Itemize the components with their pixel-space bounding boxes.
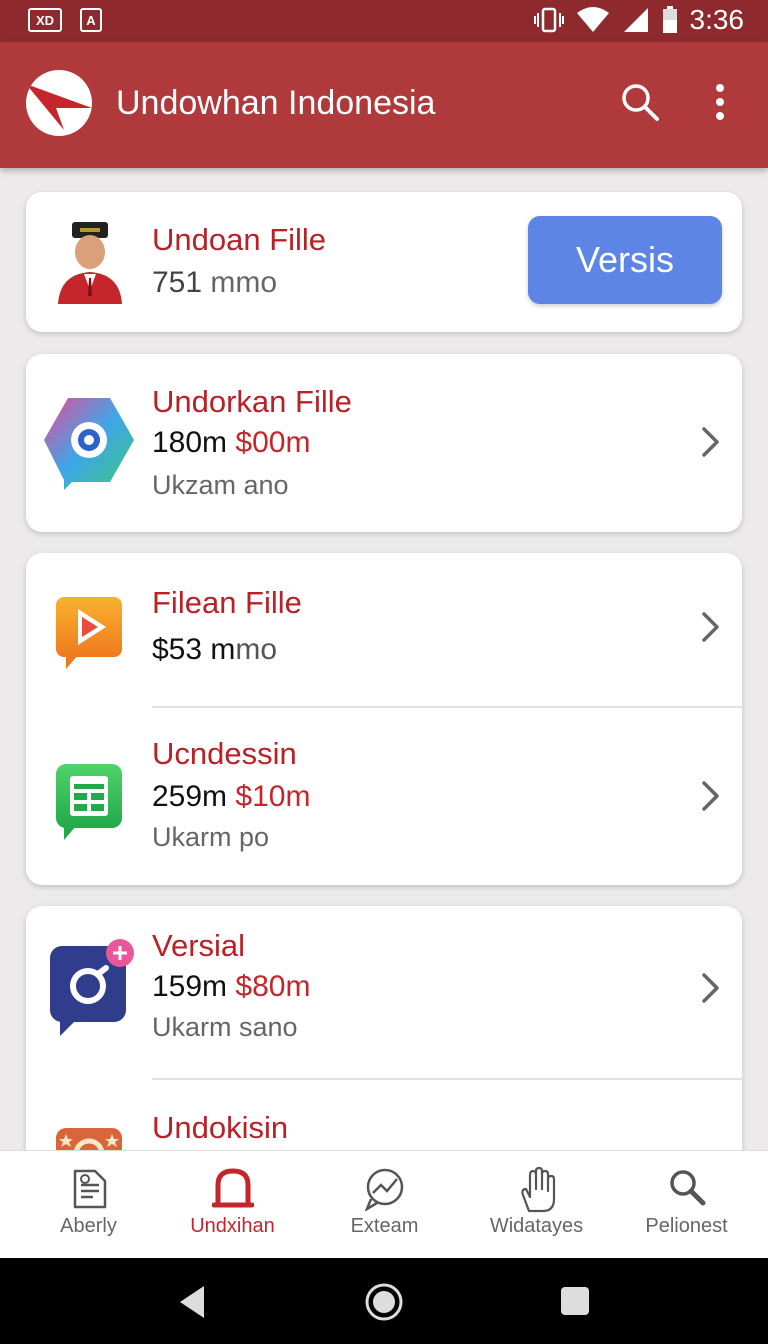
item-title: Undoan Fille [152,222,327,257]
list-item[interactable]: Undoan Fille 751 mmo Versis [26,192,742,332]
table-icon [56,764,122,840]
system-nav-bar [0,1258,768,1344]
item-title: Ucndessin [152,736,297,771]
chevron-right-icon[interactable] [700,972,722,1004]
camera-plus-icon [50,939,134,1036]
chevron-right-icon[interactable] [700,611,722,643]
price-main: 159m [152,970,228,1003]
item-price: 180m $00m [152,426,310,460]
person-avatar [58,222,122,304]
price-main: 751 [152,266,203,299]
item-title: Filean Fille [152,585,302,620]
item-title: Undorkan Fille [152,384,352,419]
nav-item-widatayes[interactable]: Widatayes [460,1151,613,1259]
nav-item-aberly[interactable]: Aberly [12,1151,165,1259]
price-unit: $80m [235,970,311,1003]
more-vert-icon[interactable] [708,82,732,122]
item-title: Versial [152,928,246,963]
price-main: 180m [152,426,228,459]
card-2: Undorkan Fille 180m $00m Ukzam ano [26,354,742,532]
battery-icon [662,6,677,33]
item-price: $53 mmo [152,633,277,667]
list-item[interactable]: Filean Fille $53 mmo [26,553,742,707]
price-unit: mmo [210,266,278,299]
hexagon-camera-icon [44,398,134,490]
nav-item-undxihan[interactable]: Undxihan [156,1151,309,1259]
play-icon [56,597,122,669]
nav-item-pelionest[interactable]: Pelionest [610,1151,763,1259]
recents-icon[interactable] [560,1286,590,1316]
nav-label: Aberly [60,1215,117,1237]
nav-label: Pelionest [645,1215,728,1237]
wifi-icon [576,7,609,32]
nav-label: Widatayes [489,1215,584,1237]
list-item[interactable]: Undorkan Fille 180m $00m Ukzam ano [26,354,742,532]
home-icon[interactable] [364,1282,404,1322]
list-item[interactable]: Ucndessin 259m $10m Ukarm po [26,708,742,885]
chevron-right-icon[interactable] [700,426,722,458]
item-subtitle: Ukarm sano [152,1012,298,1042]
nav-label: Undxihan [190,1215,275,1237]
signal-icon [623,8,648,32]
bottom-nav: Aberly Undxihan Exteam Widatayes Pelione… [0,1150,768,1259]
card-1: Undoan Fille 751 mmo Versis [26,192,742,332]
bell-icon [211,1168,254,1208]
price-main: $53 m [152,633,236,666]
list-item[interactable]: Versial 159m $80m Ukarm sano [26,906,742,1078]
price-unit: $10m [235,780,311,813]
hand-icon [520,1167,555,1213]
chart-circle-icon [364,1168,403,1211]
item-price: 159m $80m [152,970,310,1004]
notification-badge-2: A [80,8,102,32]
app-bar: Undowhan Indonesia [0,42,768,168]
price-unit: $00m [235,426,311,459]
search-icon[interactable] [620,82,660,122]
nav-item-exteam[interactable]: Exteam [308,1151,461,1259]
app-logo[interactable] [26,70,92,136]
nav-label: Exteam [350,1215,419,1237]
card-4: Versial 159m $80m Ukarm sano Undokisin [26,906,742,1186]
price-unit: mo [235,633,278,666]
notification-badge: XD [28,8,62,32]
price-main: 259m [152,780,228,813]
app-title: Undowhan Indonesia [116,84,436,122]
document-icon [73,1169,106,1209]
item-price: 751 mmo [152,266,277,300]
clock: 3:36 [689,4,745,35]
back-icon[interactable] [176,1284,208,1320]
vibrate-icon [533,7,564,33]
item-price: 259m $10m [152,780,310,814]
versis-button[interactable]: Versis [528,216,722,304]
item-subtitle: Ukarm po [152,822,270,852]
item-title: Undokisin [152,1110,289,1145]
logo-icon [26,84,92,130]
search-icon [669,1170,705,1206]
chevron-right-icon[interactable] [700,780,722,812]
card-3: Filean Fille $53 mmo Ucndessin 259m $10m… [26,553,742,885]
status-bar: XD A 3:36 [0,0,768,42]
item-subtitle: Ukzam ano [152,470,289,500]
